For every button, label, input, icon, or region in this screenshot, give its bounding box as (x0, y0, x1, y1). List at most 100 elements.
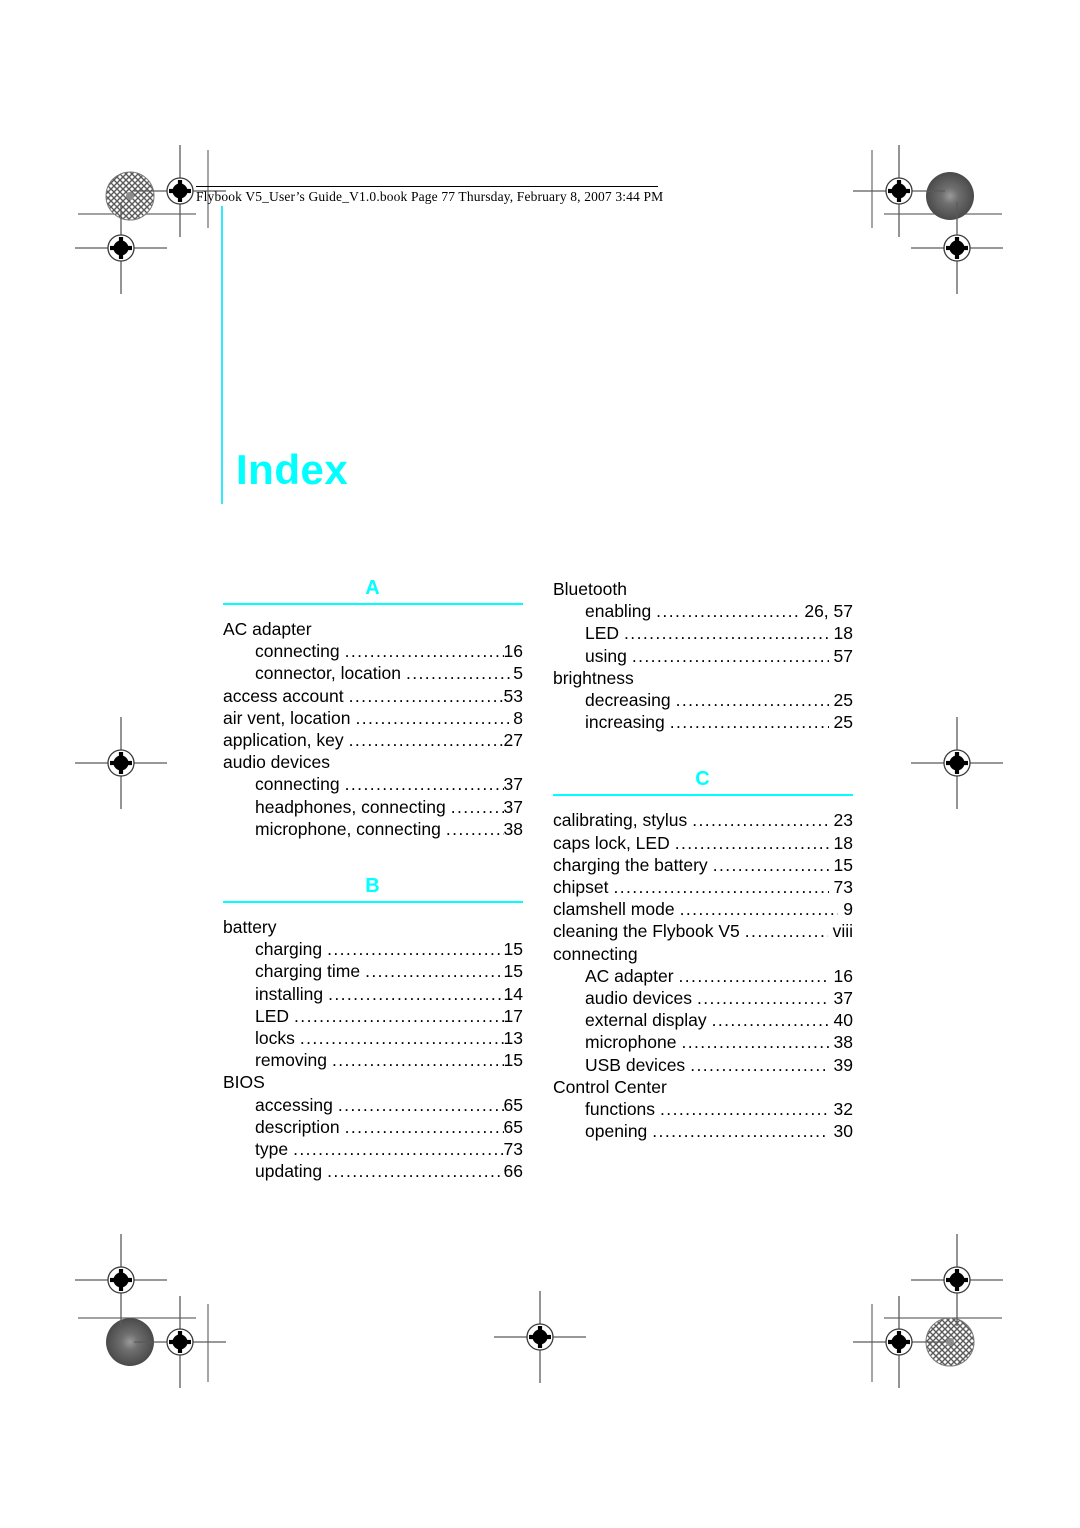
section-letter-b: B (365, 875, 381, 898)
index-entry[interactable]: decreasing..............................… (553, 689, 853, 711)
index-entry[interactable]: functions...............................… (553, 1098, 853, 1120)
dot-leader: ........................................… (679, 899, 839, 920)
index-entry[interactable]: USB devices.............................… (553, 1054, 853, 1076)
index-entry[interactable]: calibrating, stylus.....................… (553, 809, 853, 831)
index-entry-page-number: 15 (503, 961, 523, 982)
title-accent-bar (221, 206, 223, 504)
registration-target (74, 201, 168, 295)
section-letter-c: C (695, 768, 711, 791)
index-entry[interactable]: chipset.................................… (553, 876, 853, 898)
index-entry-page-number: 65 (503, 1094, 523, 1115)
index-entry[interactable]: removing................................… (223, 1049, 523, 1071)
index-entry[interactable]: connecting..............................… (223, 640, 523, 662)
dot-leader: ........................................… (344, 1116, 504, 1137)
index-entry-page-number: 15 (503, 1050, 523, 1071)
index-entry-term: headphones, connecting (255, 796, 446, 817)
index-column-left: A AC adapter.............................… (223, 578, 523, 1182)
index-entry-page-number: 25 (833, 690, 853, 711)
index-entry-page-number: 5 (513, 663, 523, 684)
starburst-mark-top-left (105, 171, 155, 221)
index-entry[interactable]: type....................................… (223, 1138, 523, 1160)
index-entry[interactable]: caps lock, LED..........................… (553, 832, 853, 854)
index-entry[interactable]: installing..............................… (223, 983, 523, 1005)
index-entry[interactable]: description.............................… (223, 1116, 523, 1138)
index-entry[interactable]: updating................................… (223, 1160, 523, 1182)
index-entry[interactable]: LED.....................................… (223, 1005, 523, 1027)
dot-leader: ........................................… (712, 854, 829, 875)
index-entry[interactable]: headphones, connecting..................… (223, 796, 523, 818)
index-entry[interactable]: audio devices...........................… (553, 987, 853, 1009)
index-entry[interactable]: Control Center..........................… (553, 1076, 853, 1098)
index-entry[interactable]: increasing..............................… (553, 711, 853, 733)
index-entry-page-number: 25 (833, 712, 853, 733)
index-entry[interactable]: connector, location.....................… (223, 662, 523, 684)
index-entry-page-number: 18 (833, 832, 853, 853)
section-rule (223, 603, 523, 605)
index-entry[interactable]: Bluetooth...............................… (553, 578, 853, 600)
registration-target (852, 1295, 946, 1389)
dot-leader: ........................................… (344, 774, 504, 795)
index-entry[interactable]: using...................................… (553, 645, 853, 667)
dot-leader: ........................................… (652, 1121, 828, 1142)
index-entry-term: functions (585, 1099, 656, 1120)
index-entry[interactable]: audio devices...........................… (223, 751, 523, 773)
index-entry[interactable]: microphone..............................… (553, 1031, 853, 1053)
index-entry-page-number: 15 (833, 854, 853, 875)
dot-leader: ........................................… (293, 1139, 503, 1160)
index-entry[interactable]: cleaning the Flybook V5.................… (553, 920, 853, 942)
dot-leader: ........................................… (669, 712, 829, 733)
index-entry-term: microphone (585, 1032, 677, 1053)
index-entry[interactable]: external display........................… (553, 1009, 853, 1031)
page-title: Index (236, 446, 349, 493)
section-letter-a: A (365, 577, 381, 599)
index-entry[interactable]: application, key........................… (223, 729, 523, 751)
dot-leader: ........................................… (327, 1161, 503, 1182)
index-entry[interactable]: locks...................................… (223, 1027, 523, 1049)
index-entry-page-number: 66 (503, 1161, 523, 1182)
index-entry[interactable]: AC adapter..............................… (223, 618, 523, 640)
index-section: A AC adapter.............................… (223, 578, 523, 840)
index-entry-list: battery.................................… (223, 916, 523, 1182)
index-entry-term: charging the battery (553, 854, 708, 875)
index-entry[interactable]: enabling................................… (553, 600, 853, 622)
index-entry-page-number: viii (832, 921, 853, 942)
registration-target (910, 716, 1004, 810)
registration-target (852, 144, 946, 238)
index-entry[interactable]: AC adapter..............................… (553, 965, 853, 987)
index-entry-term: Control Center (553, 1076, 667, 1097)
index-entry[interactable]: BIOS....................................… (223, 1071, 523, 1093)
index-entry[interactable]: charging time...........................… (223, 960, 523, 982)
index-entry-term: type (255, 1139, 289, 1160)
index-entry-term: audio devices (223, 752, 331, 773)
index-entry[interactable]: LED.....................................… (553, 622, 853, 644)
index-entry-page-number: 73 (833, 877, 853, 898)
index-entry-list: Bluetooth...............................… (553, 578, 853, 733)
index-entry-term: AC adapter (223, 619, 312, 639)
dot-leader: ........................................… (405, 663, 513, 684)
dot-leader: ........................................… (613, 877, 828, 898)
index-entry[interactable]: brightness..............................… (553, 667, 853, 689)
index-entry[interactable]: microphone, connecting..................… (223, 818, 523, 840)
index-entry-term: charging time (255, 961, 361, 982)
index-entry[interactable]: accessing...............................… (223, 1094, 523, 1116)
index-entry-page-number: 16 (503, 641, 523, 662)
index-entry[interactable]: opening.................................… (553, 1120, 853, 1142)
section-rule (553, 794, 853, 797)
index-entry-term: using (585, 645, 627, 666)
dot-leader: ........................................… (674, 832, 829, 853)
index-entry-term: opening (585, 1121, 648, 1142)
index-entry-list: calibrating, stylus.....................… (553, 809, 853, 1142)
index-entry[interactable]: access account..........................… (223, 685, 523, 707)
index-entry[interactable]: battery.................................… (223, 916, 523, 938)
index-entry-term: clamshell mode (553, 899, 675, 920)
index-entry[interactable]: connecting..............................… (223, 773, 523, 795)
index-entry-term: locks (255, 1028, 295, 1049)
index-entry-term: microphone, connecting (255, 818, 441, 839)
index-entry[interactable]: connecting..............................… (553, 943, 853, 965)
index-entry[interactable]: charging................................… (223, 938, 523, 960)
index-entry[interactable]: clamshell mode..........................… (553, 898, 853, 920)
index-entry[interactable]: air vent, location......................… (223, 707, 523, 729)
dot-leader: ........................................… (445, 818, 504, 839)
index-entry[interactable]: charging the battery....................… (553, 854, 853, 876)
